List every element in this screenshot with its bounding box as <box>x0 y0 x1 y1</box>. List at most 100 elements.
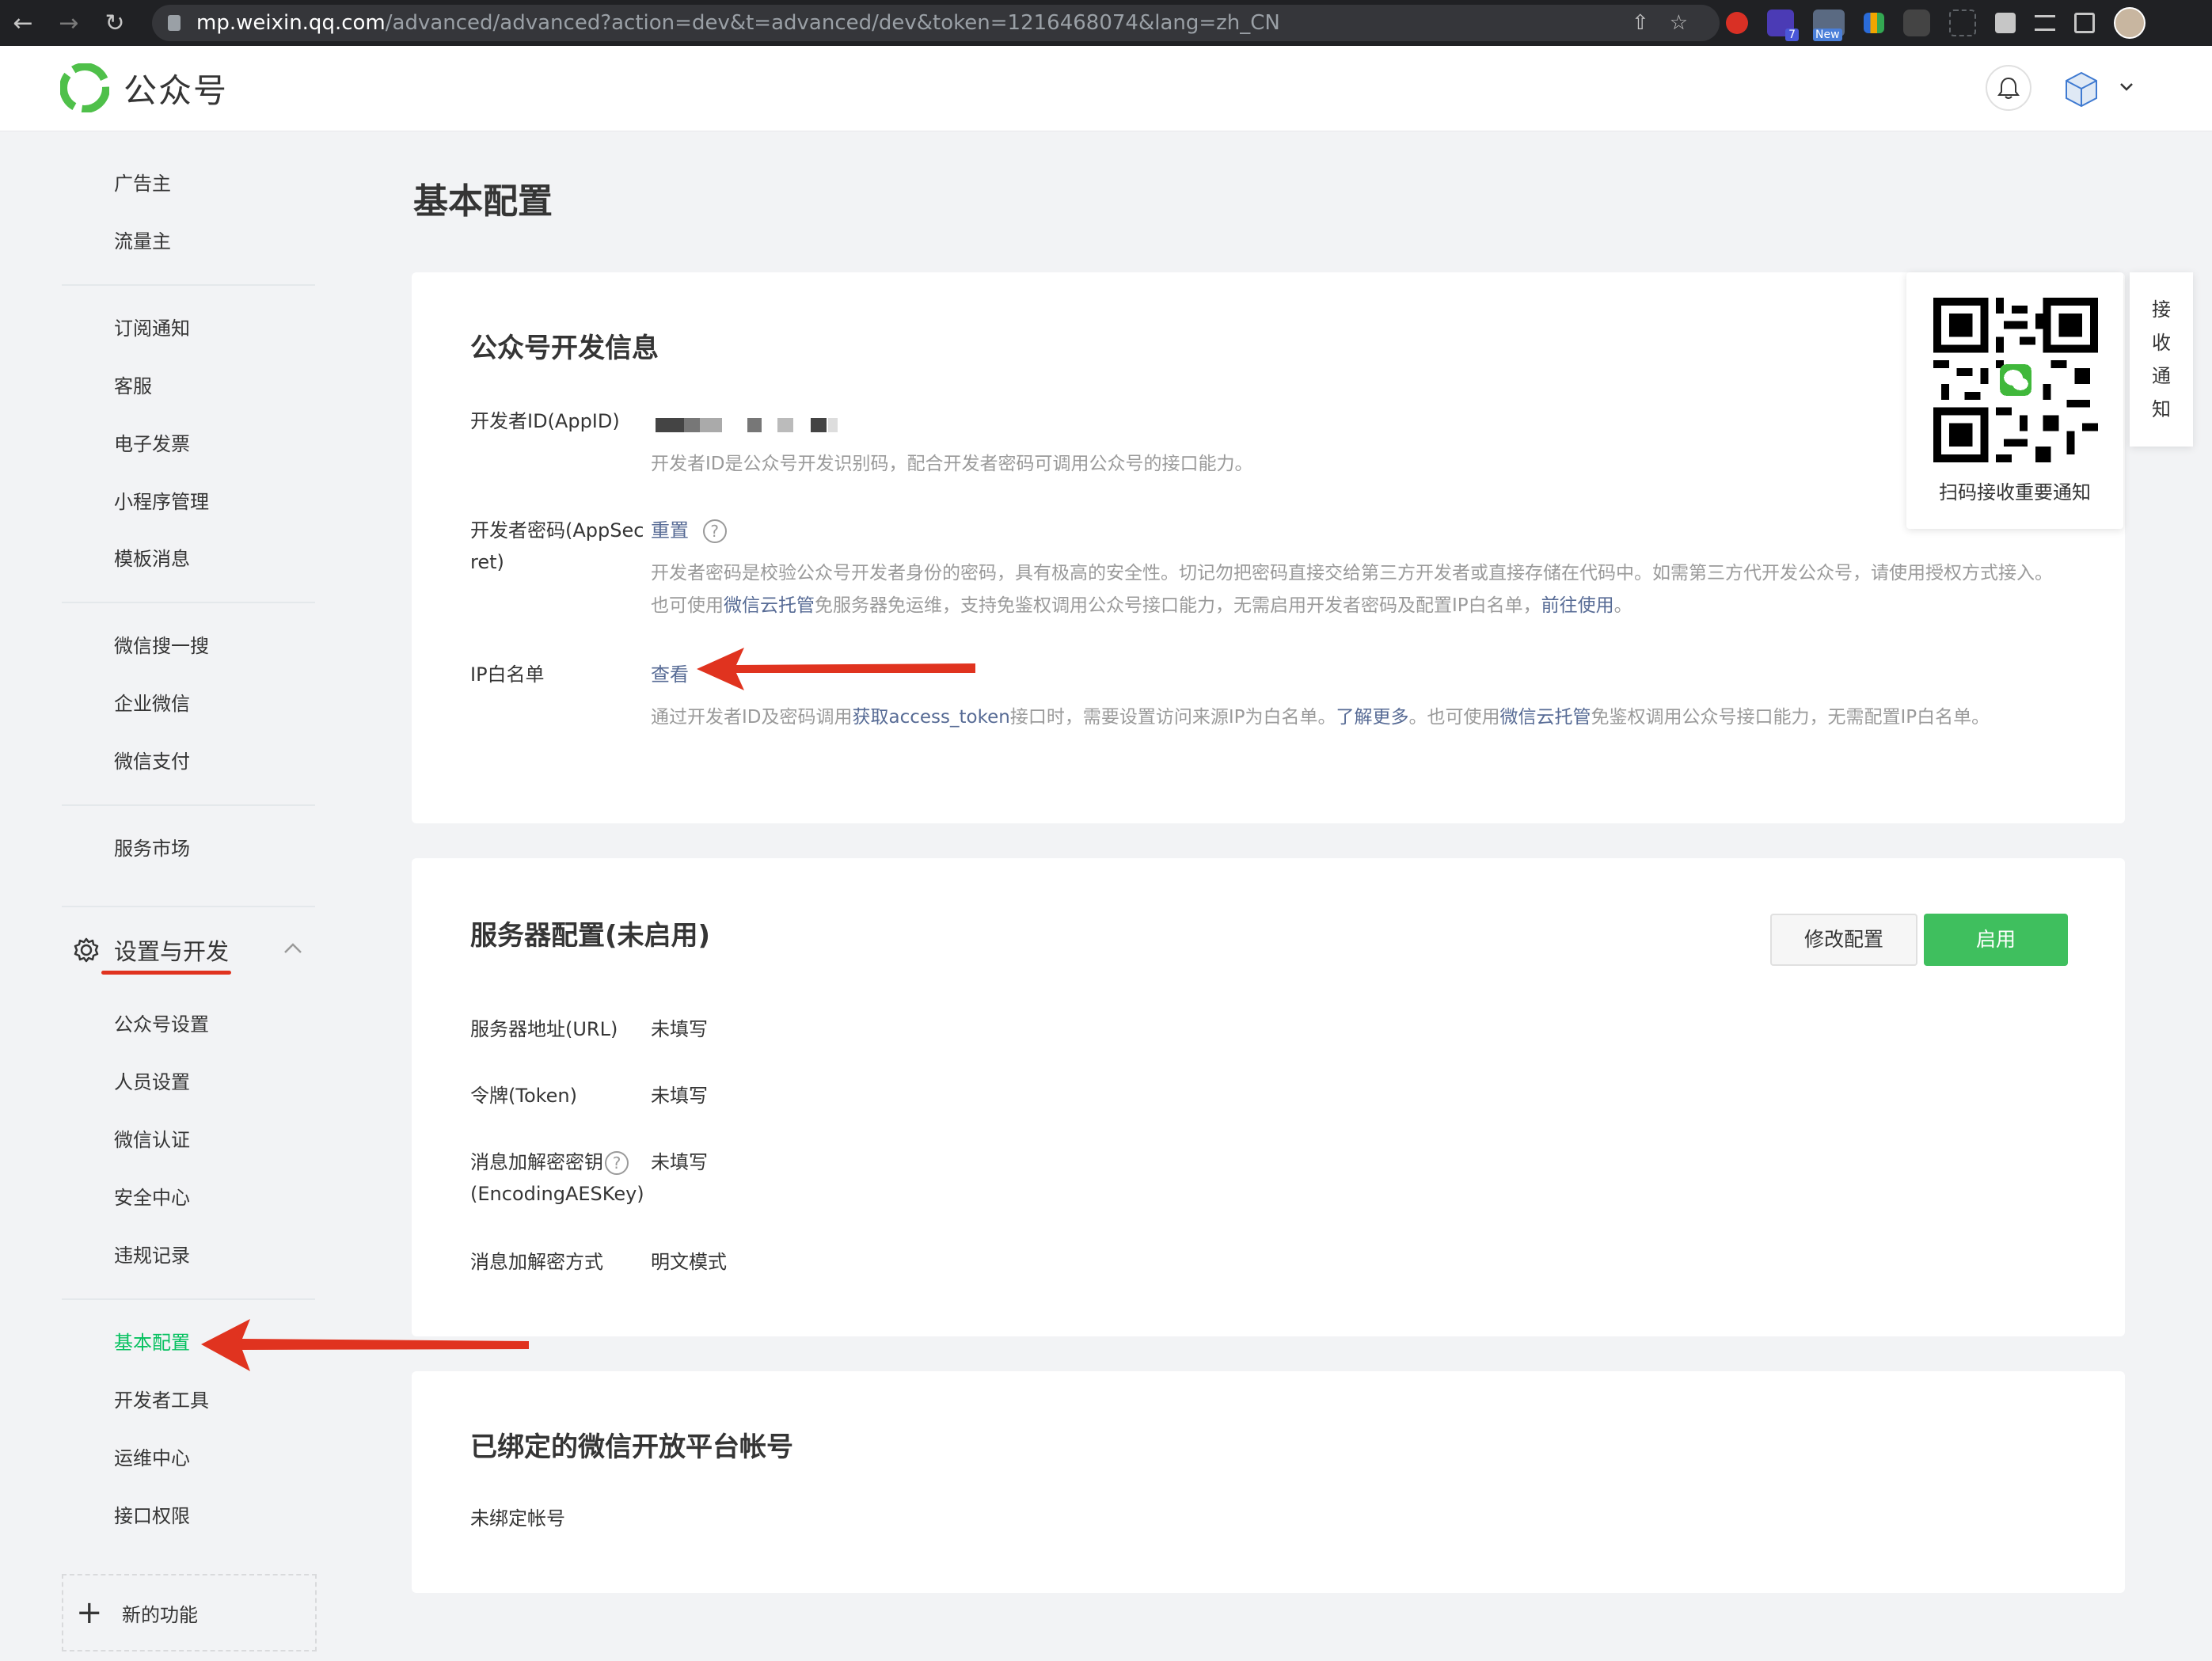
appsecret-actions: 重置 ? <box>651 515 727 546</box>
sidebar-item-service-market[interactable]: 服务市场 <box>114 833 190 865</box>
aes-key-label-line1: 消息加解密密钥 <box>470 1151 603 1173</box>
learn-more-link[interactable]: 了解更多 <box>1336 707 1408 728</box>
appsecret-label: 开发者密码(AppSec ret) <box>470 515 644 578</box>
new-feature-button[interactable]: + 新的功能 <box>62 1574 317 1651</box>
sidebar-divider <box>62 602 315 603</box>
go-use-link[interactable]: 前往使用 <box>1541 595 1614 616</box>
sidebar-divider <box>62 804 315 806</box>
ip-desc-text: 接口时，需要设置访问来源IP为白名单。 <box>1009 707 1336 728</box>
sidebar-item-people-settings[interactable]: 人员设置 <box>114 1066 190 1098</box>
help-icon[interactable]: ? <box>605 1151 629 1175</box>
sidebar: 广告主 流量主 订阅通知 客服 电子发票 小程序管理 模板消息 微信搜一搜 企业… <box>0 131 348 1661</box>
lock-icon <box>168 15 181 31</box>
sidebar-section-label: 设置与开发 <box>114 938 230 965</box>
side-panel-icon[interactable] <box>2074 13 2095 33</box>
chart-extension-icon[interactable] <box>1864 13 1884 33</box>
get-access-token-link[interactable]: 获取access_token <box>853 707 1010 728</box>
appsecret-desc-text: 免服务器免运维，支持免鉴权调用公众号接口能力，无需启用开发者密码及配置IP白名单… <box>815 595 1541 616</box>
back-icon[interactable]: ← <box>0 10 46 37</box>
token-label: 令牌(Token) <box>470 1085 578 1107</box>
extension-badge-count: 7 <box>1785 29 1799 41</box>
sidebar-item-template-message[interactable]: 模板消息 <box>114 543 190 575</box>
sidebar-item-e-invoice[interactable]: 电子发票 <box>114 428 190 460</box>
address-bar[interactable]: mp.weixin.qq.com /advanced/advanced?acti… <box>152 5 1720 41</box>
new-feature-label: 新的功能 <box>122 1603 198 1626</box>
sidebar-divider <box>62 284 315 286</box>
profile-avatar[interactable] <box>2114 7 2145 39</box>
help-icon[interactable]: ? <box>702 519 727 543</box>
appid-label: 开发者ID(AppID) <box>470 410 620 432</box>
brand-name: 公众号 <box>124 70 229 110</box>
sidebar-item-ops-center[interactable]: 运维中心 <box>114 1442 190 1474</box>
wechat-mp-logo-icon <box>60 63 109 112</box>
sidebar-item-violation-records[interactable]: 违规记录 <box>114 1240 190 1271</box>
annotation-arrow-ip-whitelist <box>697 648 975 690</box>
ip-desc-text: 免鉴权调用公众号接口能力，无需配置IP白名单。 <box>1591 707 1990 728</box>
sidebar-item-basic-config[interactable]: 基本配置 <box>114 1327 190 1359</box>
qr-code-image[interactable] <box>1933 298 2098 462</box>
sidebar-item-account-settings[interactable]: 公众号设置 <box>114 1009 209 1040</box>
extension-icon-badge-7[interactable]: 7 <box>1767 10 1799 41</box>
glasses-extension-icon[interactable] <box>1903 10 1930 36</box>
chevron-up-icon[interactable] <box>282 941 304 956</box>
bookmark-star-icon[interactable]: ☆ <box>1670 11 1688 35</box>
wechat-cloudbase-link[interactable]: 微信云托管 <box>1499 707 1591 728</box>
open-platform-title: 已绑定的微信开放平台帐号 <box>470 1431 793 1463</box>
sidebar-item-security-center[interactable]: 安全中心 <box>114 1182 190 1214</box>
qr-notification-popup: 扫码接收重要通知 <box>1906 272 2123 529</box>
sidebar-item-wechat-verification[interactable]: 微信认证 <box>114 1124 190 1156</box>
wechat-cloudbase-link[interactable]: 微信云托管 <box>724 595 815 616</box>
side-tab-char: 接 <box>2152 298 2171 321</box>
server-url-value: 未填写 <box>651 1018 708 1040</box>
annotation-underline <box>101 971 231 975</box>
extension-tray: 7 New <box>1726 5 2145 41</box>
sidebar-item-wecom[interactable]: 企业微信 <box>114 688 190 720</box>
sidebar-item-wechat-pay[interactable]: 微信支付 <box>114 746 190 777</box>
url-host: mp.weixin.qq.com <box>196 11 386 35</box>
plus-icon: + <box>76 1594 103 1631</box>
aes-key-value: 未填写 <box>651 1151 708 1173</box>
side-tab-char: 收 <box>2152 332 2171 354</box>
reading-list-icon[interactable] <box>2035 15 2055 31</box>
brand-logo[interactable]: 公众号 <box>60 63 228 112</box>
sidebar-item-api-permissions[interactable]: 接口权限 <box>114 1500 190 1532</box>
side-tab-char: 通 <box>2152 365 2171 387</box>
open-platform-status: 未绑定帐号 <box>470 1507 565 1530</box>
browser-toolbar: ← → ↻ mp.weixin.qq.com /advanced/advance… <box>0 0 2212 46</box>
enable-button[interactable]: 启用 <box>1924 914 2068 966</box>
appsecret-label-line1: 开发者密码(AppSec <box>470 519 644 542</box>
aes-key-label: 消息加解密密钥? (EncodingAESKey) <box>470 1146 644 1210</box>
extension-icon-new[interactable]: New <box>1813 10 1845 41</box>
appsecret-description: 开发者密码是校验公众号开发者身份的密码，具有极高的安全性。切记勿把密码直接交给第… <box>651 557 2076 622</box>
sidebar-section-settings-dev[interactable]: 设置与开发 <box>73 933 229 967</box>
server-url-label: 服务器地址(URL) <box>470 1018 618 1040</box>
modify-config-button[interactable]: 修改配置 <box>1770 914 1917 966</box>
sidebar-item-wechat-search[interactable]: 微信搜一搜 <box>114 630 209 662</box>
sidebar-item-advertiser[interactable]: 广告主 <box>114 168 171 200</box>
account-avatar-icon[interactable] <box>2062 70 2101 109</box>
encryption-mode-label: 消息加解密方式 <box>470 1251 603 1273</box>
ip-whitelist-view-link[interactable]: 查看 <box>651 659 689 690</box>
site-header: 公众号 <box>0 46 2212 131</box>
sidebar-item-mini-program[interactable]: 小程序管理 <box>114 486 209 518</box>
puzzle-extensions-icon[interactable] <box>1995 13 2016 33</box>
forward-icon[interactable]: → <box>46 10 92 37</box>
notification-bell-icon[interactable] <box>1986 65 2031 111</box>
ip-whitelist-label: IP白名单 <box>470 663 545 686</box>
reset-secret-link[interactable]: 重置 <box>651 519 689 542</box>
chevron-down-icon[interactable] <box>2117 78 2136 97</box>
adblock-extension-icon[interactable] <box>1726 12 1748 34</box>
screenshot-extension-icon[interactable] <box>1949 10 1976 36</box>
receive-notification-tab[interactable]: 接 收 通 知 <box>2130 272 2193 447</box>
reload-icon[interactable]: ↻ <box>92 10 138 37</box>
server-config-card: 服务器配置(未启用) 修改配置 启用 服务器地址(URL) 未填写 令牌(Tok… <box>412 858 2125 1336</box>
sidebar-item-developer-tools[interactable]: 开发者工具 <box>114 1385 209 1416</box>
sidebar-item-publisher[interactable]: 流量主 <box>114 226 171 257</box>
appid-description: 开发者ID是公众号开发识别码，配合开发者密码可调用公众号的接口能力。 <box>651 454 1253 474</box>
appsecret-desc-text: 。 <box>1613 595 1632 616</box>
server-config-title: 服务器配置(未启用) <box>470 920 711 952</box>
share-icon[interactable]: ⇧ <box>1632 11 1649 35</box>
sidebar-item-subscription-notice[interactable]: 订阅通知 <box>114 313 190 344</box>
open-platform-card: 已绑定的微信开放平台帐号 未绑定帐号 <box>412 1371 2125 1593</box>
sidebar-item-customer-service[interactable]: 客服 <box>114 371 152 402</box>
